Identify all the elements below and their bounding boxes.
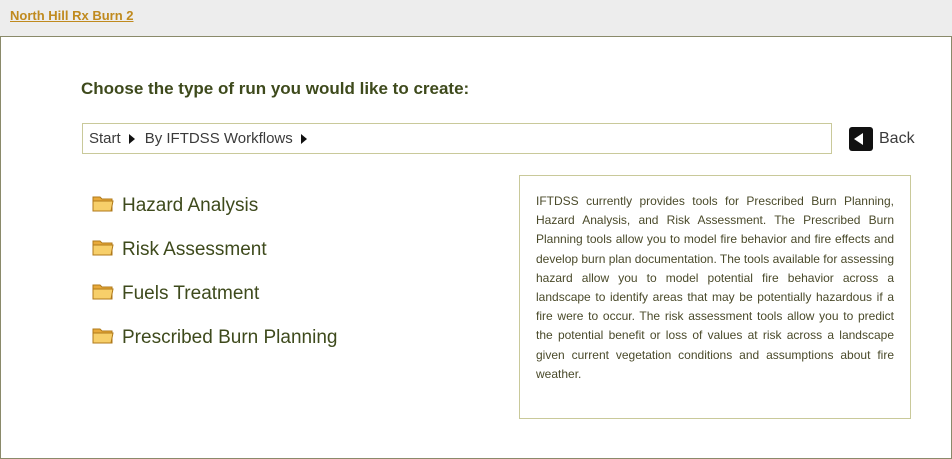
info-description: IFTDSS currently provides tools for Pres…: [519, 175, 911, 419]
option-fuels-treatment[interactable]: Fuels Treatment: [92, 272, 337, 316]
option-label: Risk Assessment: [122, 239, 267, 260]
breadcrumb-start[interactable]: Start: [89, 130, 121, 147]
breadcrumb-arrow-icon: [128, 133, 135, 144]
option-label: Fuels Treatment: [122, 283, 260, 304]
option-prescribed-burn-planning[interactable]: Prescribed Burn Planning: [92, 316, 337, 360]
top-bar: North Hill Rx Burn 2: [0, 0, 952, 36]
breadcrumb-workflows[interactable]: By IFTDSS Workflows: [145, 130, 293, 147]
folder-icon: [92, 328, 114, 344]
folder-icon: [92, 196, 114, 212]
main-panel: Choose the type of run you would like to…: [0, 36, 952, 459]
project-link[interactable]: North Hill Rx Burn 2: [10, 8, 134, 23]
run-type-list: Hazard Analysis Risk Assessment Fuels Tr…: [92, 184, 337, 360]
back-arrow-icon: [849, 127, 873, 151]
folder-icon: [92, 284, 114, 300]
option-hazard-analysis[interactable]: Hazard Analysis: [92, 184, 337, 228]
page-title: Choose the type of run you would like to…: [81, 79, 470, 98]
folder-icon: [92, 240, 114, 256]
option-label: Hazard Analysis: [122, 195, 259, 216]
breadcrumb-arrow-icon: [300, 133, 307, 144]
breadcrumb: Start By IFTDSS Workflows: [82, 123, 832, 154]
back-button[interactable]: Back: [849, 126, 915, 152]
back-label: Back: [879, 130, 915, 147]
option-risk-assessment[interactable]: Risk Assessment: [92, 228, 337, 272]
option-label: Prescribed Burn Planning: [122, 327, 338, 348]
